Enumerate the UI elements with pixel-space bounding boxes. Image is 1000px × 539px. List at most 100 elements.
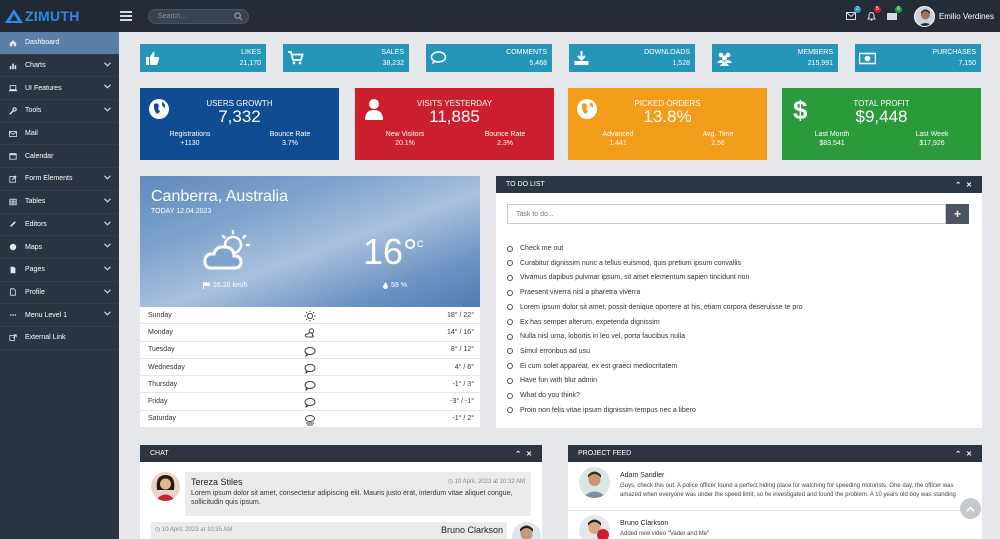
collapse-icon[interactable]: ⌃ — [955, 181, 961, 189]
collapse-icon[interactable]: ⌃ — [515, 450, 521, 458]
search-box[interactable] — [148, 8, 249, 24]
close-icon[interactable]: ✕ — [966, 181, 972, 189]
stat-members[interactable]: MEMBERS 215,991 — [712, 44, 838, 72]
mail-badge: 2 — [853, 6, 861, 13]
todo-item[interactable]: Proin non felis vitae ipsum dignissim te… — [507, 407, 696, 414]
scroll-top-button[interactable] — [960, 498, 981, 519]
todo-item[interactable]: Ei cum solet appareat, ex est graeci med… — [507, 363, 677, 370]
sidebar-item-external-link[interactable]: External Link — [0, 327, 119, 350]
todo-item[interactable]: Have fun with blur admin — [507, 377, 597, 384]
chat-time: ◷ 10 April, 2023 at 10:32 AM — [447, 479, 525, 485]
todo-text: Ei cum solet appareat, ex est graeci med… — [520, 362, 678, 370]
sidebar-item-editors[interactable]: Editors — [0, 214, 119, 237]
comment-icon — [426, 44, 451, 72]
checkbox[interactable] — [507, 260, 513, 267]
sidebar-item-profile[interactable]: Profile — [0, 282, 119, 305]
sidebar-item-menu-level-1[interactable]: Menu Level 1 — [0, 304, 119, 327]
weather-widget: Canberra, Australia TODAY 12.04.2023 16°… — [140, 176, 480, 429]
todo-input[interactable] — [507, 204, 946, 224]
forecast-temp: -1° / 2° — [452, 415, 474, 423]
stat-comments[interactable]: COMMENTS 5,468 — [426, 44, 552, 72]
sidebar-item-calendar[interactable]: Calendar — [0, 145, 119, 169]
cloud-icon — [304, 345, 316, 359]
todo-text: What do you think? — [520, 392, 580, 399]
summary-card-2: VISITS YESTERDAY 11,885 New Visitors 20.1… — [355, 88, 554, 160]
checkbox[interactable] — [507, 333, 513, 340]
users-icon — [712, 44, 737, 72]
sidebar-item-charts[interactable]: Charts — [0, 55, 119, 78]
add-task-button[interactable]: + — [946, 204, 969, 224]
sidebar-item-form-elements[interactable]: Form Elements — [0, 168, 119, 191]
checkbox[interactable] — [507, 348, 513, 355]
todo-item[interactable]: Lorem ipsum dolor sit amet, possit deniq… — [507, 304, 802, 311]
todo-item[interactable]: What do you think? — [507, 392, 580, 399]
sidebar-item-tools[interactable]: Tools — [0, 100, 119, 123]
todo-item[interactable]: Simul erroribus ad usu — [507, 348, 590, 355]
logo-icon — [5, 9, 23, 23]
stat-label: DOWNLOADS — [644, 49, 690, 56]
feed-text: Added new video "Vader and Me" — [620, 531, 710, 537]
brand-logo[interactable]: ZIMUTH — [0, 0, 120, 32]
todo-text: Have fun with blur admin — [520, 377, 598, 385]
sidebar-item-pages[interactable]: Pages — [0, 259, 119, 282]
todo-item[interactable]: Ex has semper alterum, expetenda digniss… — [507, 319, 660, 326]
sidebar-item-label: External Link — [25, 334, 66, 342]
sidebar-item-label: Editors — [25, 220, 47, 228]
globe-icon — [8, 243, 17, 252]
forecast-temp: -1° / 3° — [452, 380, 474, 388]
home-icon — [8, 38, 17, 47]
pencil-icon — [8, 220, 17, 229]
stat-purchases[interactable]: PURCHASES 7,150 — [855, 44, 981, 72]
feed-author: Adam Sandler — [620, 472, 665, 479]
sidebar-item-maps[interactable]: Maps — [0, 236, 119, 259]
search-input[interactable] — [158, 12, 228, 20]
weather-temp: 16° — [363, 231, 418, 272]
sidebar: Dashboard Charts UI Features Tools Mail … — [0, 32, 119, 539]
card-left-stat: Registrations +1130 — [169, 131, 211, 147]
brand-name: ZIMUTH — [25, 8, 80, 24]
stat-value: 21,170 — [239, 60, 261, 67]
todo-item[interactable]: Nulla nisl urna, lobortis in leo vel, po… — [507, 333, 685, 340]
user-menu[interactable]: Emilio Verdines — [913, 5, 994, 27]
todo-item[interactable]: Check me out — [507, 245, 563, 252]
sidebar-item-label: Tables — [25, 198, 46, 206]
checkbox[interactable] — [507, 245, 513, 252]
sidebar-item-tables[interactable]: Tables — [0, 191, 119, 214]
tasks-notification[interactable]: 6 — [886, 6, 902, 20]
stat-sales[interactable]: SALES 38,232 — [283, 44, 409, 72]
mail-notification[interactable]: 2 — [845, 6, 861, 20]
checkbox[interactable] — [507, 304, 513, 311]
checkbox[interactable] — [507, 407, 513, 414]
pencil-square-icon — [8, 174, 17, 183]
sidebar-item-ui-features[interactable]: UI Features — [0, 77, 119, 101]
todo-item[interactable]: Curabitur dignissim nunc a tellus euismo… — [507, 260, 741, 267]
collapse-icon[interactable]: ⌃ — [955, 450, 961, 458]
stat-downloads[interactable]: DOWNLOADS 1,528 — [569, 44, 695, 72]
todo-item[interactable]: Vivamus dapibus pulvinar ipsum, sit amet… — [507, 274, 749, 281]
main-content: LIKES 21,170 SALES 38,232 COMMENTS 5,468 DO… — [119, 32, 1000, 539]
user-name: Emilio Verdines — [938, 11, 994, 21]
summary-card-3: PICKED ORDERS 13.8% Advanced 1,441 Avg. T… — [568, 88, 767, 160]
sidebar-item-dashboard[interactable]: Dashboard — [0, 32, 119, 55]
search-icon[interactable] — [234, 11, 243, 21]
chevron-up-icon — [966, 505, 975, 512]
forecast-day: Friday — [148, 398, 168, 406]
checkbox[interactable] — [507, 392, 513, 399]
alerts-notification[interactable]: 5 — [867, 5, 881, 21]
close-icon[interactable]: ✕ — [526, 450, 532, 458]
checkbox[interactable] — [507, 363, 513, 370]
forecast-day: Monday — [148, 328, 173, 336]
summary-card-4: $ TOTAL PROFIT $9,448 Last Month $83,541 … — [782, 88, 981, 160]
checkbox[interactable] — [507, 377, 513, 384]
checkbox[interactable] — [507, 274, 513, 281]
todo-item[interactable]: Praesent viverra nisl a pharetra viverra — [507, 289, 640, 296]
close-icon[interactable]: ✕ — [966, 450, 972, 458]
checkbox[interactable] — [507, 289, 513, 296]
stat-label: COMMENTS — [506, 49, 547, 56]
forecast-day: Tuesday — [148, 346, 175, 354]
menu-toggle-icon[interactable] — [120, 11, 132, 21]
sidebar-item-mail[interactable]: Mail — [0, 123, 119, 146]
stat-likes[interactable]: LIKES 21,170 — [140, 44, 266, 72]
checkbox[interactable] — [507, 319, 513, 325]
stat-value: 215,991 — [807, 60, 833, 67]
